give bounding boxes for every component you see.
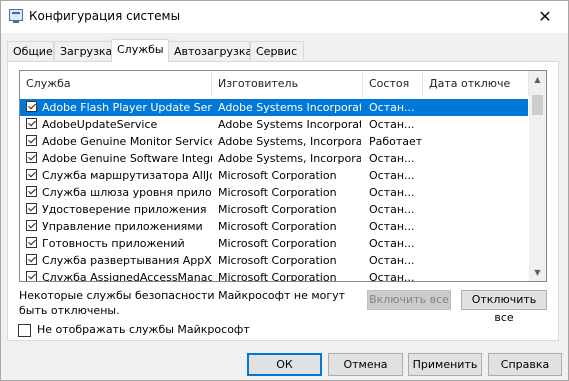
help-button[interactable]: Справка xyxy=(488,353,562,376)
service-name: AdobeUpdateService xyxy=(42,118,158,131)
service-vendor: Microsoft Corporation xyxy=(218,220,337,233)
service-checkbox[interactable] xyxy=(26,186,37,197)
service-row[interactable]: Управление приложениями Microsoft Corpora… xyxy=(20,218,528,235)
service-vendor: Microsoft Corporation xyxy=(218,203,337,216)
service-checkbox[interactable] xyxy=(26,220,37,231)
hide-ms-services-checkbox[interactable] xyxy=(18,324,31,337)
service-status: Остан... xyxy=(369,237,415,250)
column-header-vendor[interactable]: Изготовитель xyxy=(212,71,363,97)
service-checkbox[interactable] xyxy=(26,169,37,180)
msconfig-icon xyxy=(9,9,23,21)
column-header-service[interactable]: Служба xyxy=(20,71,212,97)
services-list[interactable]: Служба Изготовитель Состоя Дата отключе … xyxy=(19,70,547,282)
services-panel: Служба Изготовитель Состоя Дата отключе … xyxy=(7,61,559,341)
msconfig-icon-stand xyxy=(13,21,19,23)
tab-general[interactable]: Общие xyxy=(7,41,54,60)
service-vendor: Microsoft Corporation xyxy=(218,186,337,199)
tab-services[interactable]: Службы xyxy=(111,39,169,62)
service-checkbox[interactable] xyxy=(26,203,37,214)
service-row[interactable]: Служба развертывания AppX (... Microsoft … xyxy=(20,252,528,269)
service-status: Остан... xyxy=(369,220,415,233)
close-icon: ✕ xyxy=(538,7,552,26)
service-vendor: Adobe Systems, Incorpora xyxy=(218,135,361,148)
service-vendor: Microsoft Corporation xyxy=(218,254,337,267)
service-checkbox[interactable] xyxy=(26,101,37,112)
window-title: Конфигурация системы xyxy=(29,9,181,23)
service-status: Остан... xyxy=(369,118,415,131)
service-checkbox[interactable] xyxy=(26,135,37,146)
service-name: Служба развертывания AppX (... xyxy=(42,254,212,267)
service-row[interactable]: Adobe Genuine Monitor Service Adobe Syste… xyxy=(20,133,528,150)
service-status: Остан... xyxy=(369,271,415,282)
service-name: Adobe Genuine Monitor Service xyxy=(42,135,212,148)
service-vendor: Microsoft Corporation xyxy=(218,169,337,182)
tab-startup[interactable]: Автозагрузка xyxy=(168,41,252,60)
close-button[interactable]: ✕ xyxy=(522,1,568,32)
service-row[interactable]: Готовность приложений Microsoft Corporati… xyxy=(20,235,528,252)
service-row[interactable]: AdobeUpdateService Adobe Systems Incorpor… xyxy=(20,116,528,133)
service-vendor: Adobe Systems, Incorpora xyxy=(218,152,361,165)
service-checkbox[interactable] xyxy=(26,237,37,248)
service-status: Работает xyxy=(369,135,423,148)
service-row[interactable]: Служба AssignedAccessManager Microsoft Co… xyxy=(20,269,528,282)
apply-button[interactable]: Применить xyxy=(408,353,482,376)
hide-ms-services-label: Не отображать службы Майкрософт xyxy=(37,323,250,336)
service-vendor: Adobe Systems Incorporated xyxy=(218,118,361,131)
service-status: Остан... xyxy=(369,254,415,267)
column-header-disabled-date[interactable]: Дата отключе xyxy=(423,71,529,97)
vertical-scrollbar[interactable]: ▲ ▼ xyxy=(529,71,546,281)
service-checkbox[interactable] xyxy=(26,118,37,129)
service-name: Удостоверение приложения xyxy=(42,203,207,216)
scroll-up-icon[interactable]: ▲ xyxy=(529,71,546,88)
service-name: Adobe Flash Player Update Service xyxy=(42,101,212,114)
cancel-button[interactable]: Отмена xyxy=(328,353,403,376)
service-row[interactable]: Удостоверение приложения Microsoft Corpor… xyxy=(20,201,528,218)
ok-button[interactable]: ОК xyxy=(247,353,322,376)
tab-boot[interactable]: Загрузка xyxy=(54,41,112,60)
service-row[interactable]: Adobe Genuine Software Integri... Adobe S… xyxy=(20,150,528,167)
service-vendor: Microsoft Corporation xyxy=(218,271,337,282)
service-checkbox[interactable] xyxy=(26,152,37,163)
service-name: Служба маршрутизатора AllJoyn xyxy=(42,169,212,182)
service-status: Остан... xyxy=(369,101,415,114)
enable-all-button[interactable]: Включить все xyxy=(367,290,451,310)
system-configuration-window: Конфигурация системы ✕ Общие Загрузка Сл… xyxy=(0,0,569,381)
service-row[interactable]: Adobe Flash Player Update Service Adobe S… xyxy=(20,99,528,116)
title-bar: Конфигурация системы ✕ xyxy=(1,1,568,33)
scroll-down-icon[interactable]: ▼ xyxy=(529,264,546,281)
service-name: Служба шлюза уровня прилож... xyxy=(42,186,212,199)
service-status: Остан... xyxy=(369,152,415,165)
disable-all-button[interactable]: Отключить все xyxy=(461,290,547,324)
column-header-status[interactable]: Состоя xyxy=(363,71,423,97)
service-checkbox[interactable] xyxy=(26,271,37,281)
service-row[interactable]: Служба маршрутизатора AllJoyn Microsoft C… xyxy=(20,167,528,184)
service-name: Adobe Genuine Software Integri... xyxy=(42,152,212,165)
service-name: Готовность приложений xyxy=(42,237,185,250)
service-row[interactable]: Служба шлюза уровня прилож... Microsoft C… xyxy=(20,184,528,201)
ms-services-note: Некоторые службы безопасности Майкрософт… xyxy=(19,289,346,317)
service-name: Служба AssignedAccessManager xyxy=(42,271,212,282)
service-vendor: Adobe Systems Incorporated xyxy=(218,101,361,114)
service-name: Управление приложениями xyxy=(42,220,203,233)
service-vendor: Microsoft Corporation xyxy=(218,237,337,250)
tab-tools[interactable]: Сервис xyxy=(250,41,304,60)
scroll-thumb[interactable] xyxy=(532,95,543,115)
service-checkbox[interactable] xyxy=(26,254,37,265)
service-status: Остан... xyxy=(369,203,415,216)
service-status: Остан... xyxy=(369,169,415,182)
service-status: Остан... xyxy=(369,186,415,199)
